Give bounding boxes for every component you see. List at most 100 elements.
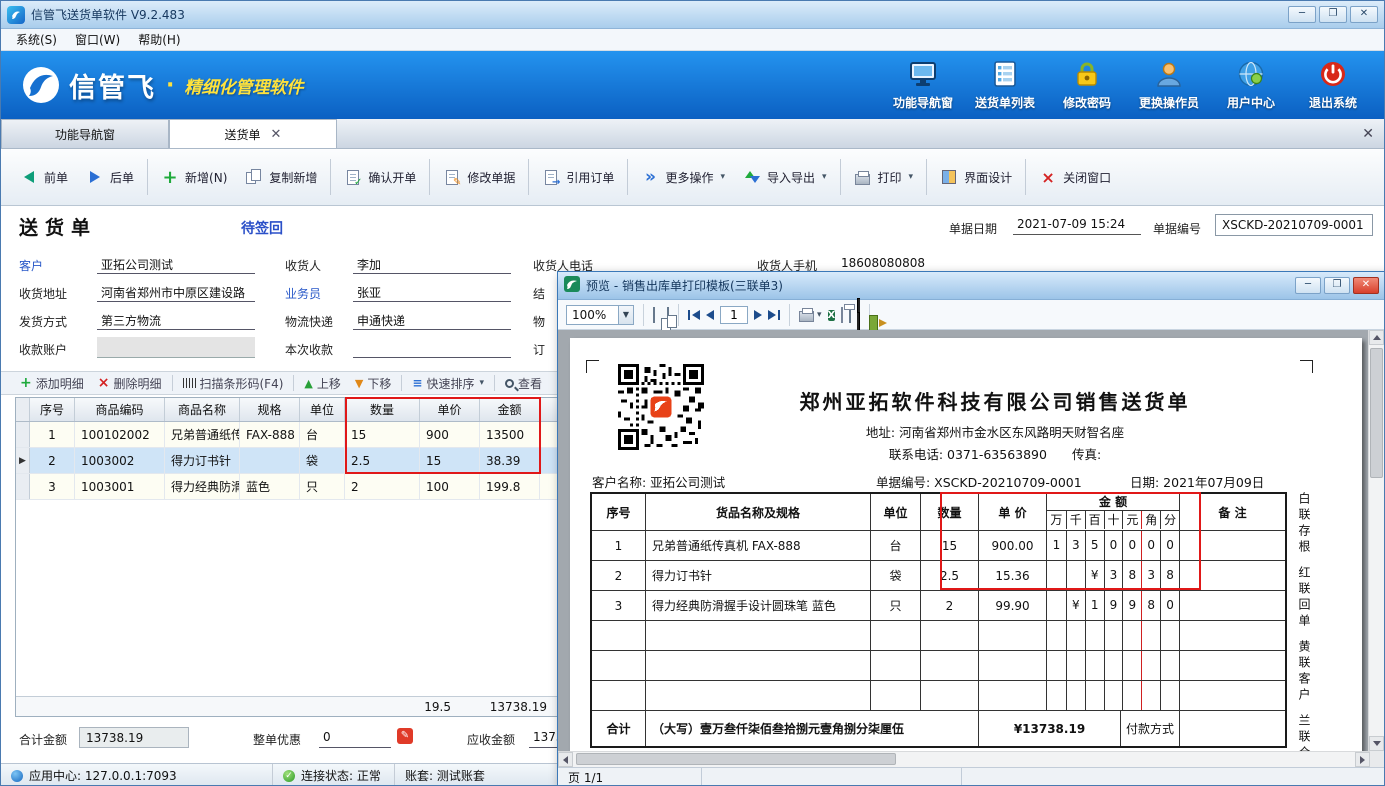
col-price[interactable]: 单价	[420, 398, 480, 421]
switch-operator-button[interactable]: 更换操作员	[1128, 60, 1210, 111]
page-single-button[interactable]	[653, 308, 655, 322]
tab-delivery-order[interactable]: 送货单 ✕	[169, 119, 337, 148]
scroll-down-icon[interactable]	[1369, 736, 1384, 751]
change-password-button[interactable]: 修改密码	[1046, 60, 1128, 111]
view-button[interactable]: 查看	[498, 375, 549, 392]
scroll-thumb[interactable]	[576, 753, 896, 765]
receiver-field[interactable]: 李加	[353, 253, 511, 274]
edit-doc-button[interactable]: ✎修改单据	[434, 159, 524, 195]
customer-field[interactable]: 亚拓公司测试	[97, 253, 255, 274]
discount-edit-icon[interactable]: ✎	[397, 728, 413, 744]
ship-method-label: 发货方式	[19, 313, 67, 330]
restore-button[interactable]: ❐	[1319, 6, 1347, 23]
design-icon	[940, 168, 958, 186]
move-down-button[interactable]: ▼下移	[348, 375, 398, 392]
copy-icon	[245, 168, 263, 186]
quick-print-button[interactable]	[841, 308, 843, 322]
preview-horizontal-scrollbar[interactable]	[558, 751, 1370, 767]
export-excel-button[interactable]: X	[828, 307, 836, 323]
total-amount-figure: ¥13738.19	[978, 711, 1120, 746]
prev-doc-button[interactable]: 前单	[11, 159, 77, 195]
scan-barcode-button[interactable]: 扫描条形码(F4)	[176, 375, 291, 392]
dropdown-caret-icon[interactable]: ▾	[909, 172, 914, 182]
minimize-button[interactable]: ─	[1288, 6, 1316, 23]
preview-vertical-scrollbar[interactable]	[1368, 330, 1385, 751]
list-icon	[991, 60, 1019, 91]
tab-close-icon[interactable]: ✕	[271, 127, 282, 142]
move-up-button[interactable]: ▲上移	[297, 375, 347, 392]
preview-maximize-button[interactable]: ❐	[1324, 277, 1350, 294]
nav-window-button[interactable]: 功能导航窗	[882, 60, 964, 111]
col-unit[interactable]: 单位	[300, 398, 345, 421]
menu-window[interactable]: 窗口(W)	[66, 29, 129, 50]
quick-sort-button[interactable]: ≡快速排序▾	[405, 375, 491, 392]
menu-system[interactable]: 系统(S)	[7, 29, 66, 50]
scroll-right-icon[interactable]	[1355, 752, 1370, 767]
new-doc-button[interactable]	[849, 308, 851, 322]
next-doc-button[interactable]: 后单	[77, 159, 143, 195]
close-window-button[interactable]: ×关闭窗口	[1030, 159, 1120, 195]
confirm-order-button[interactable]: ✓确认开单	[335, 159, 425, 195]
doc-date-value[interactable]: 2021-07-09 15:24	[1013, 214, 1141, 235]
print-menu-button[interactable]: ▾	[799, 307, 822, 322]
copy-add-button[interactable]: 复制新增	[236, 159, 326, 195]
preview-title: 预览 - 销售出库单打印模板(三联单3)	[586, 277, 783, 294]
fullscreen-button[interactable]	[857, 301, 860, 329]
payment-method-label: 付款方式	[1120, 711, 1179, 746]
print-button[interactable]: 打印▾	[845, 159, 923, 195]
col-spec[interactable]: 规格	[240, 398, 300, 421]
close-button[interactable]: ✕	[1350, 6, 1378, 23]
confirm-doc-icon: ✓	[344, 168, 362, 186]
address-field[interactable]: 河南省郑州市中原区建设路	[97, 281, 255, 302]
power-icon	[1319, 60, 1347, 91]
tabstrip-close-icon[interactable]: ✕	[1362, 126, 1374, 142]
account-field[interactable]	[97, 337, 255, 358]
tab-nav-window[interactable]: 功能导航窗	[1, 119, 169, 148]
import-export-button[interactable]: 导入导出▾	[734, 159, 836, 195]
menu-help[interactable]: 帮助(H)	[129, 29, 189, 50]
col-seq[interactable]: 序号	[30, 398, 75, 421]
dropdown-caret-icon[interactable]: ▾	[720, 172, 725, 182]
salesman-field[interactable]: 张亚	[353, 281, 511, 302]
last-page-button[interactable]	[768, 310, 780, 320]
excel-icon: X	[828, 310, 836, 321]
payment-field[interactable]	[353, 337, 511, 358]
ship-method-field[interactable]: 第三方物流	[97, 309, 255, 330]
import-export-icon	[743, 168, 761, 186]
logistics-field[interactable]: 申通快递	[353, 309, 511, 330]
page-number-input[interactable]	[720, 306, 748, 324]
printer-icon	[854, 168, 872, 186]
col-qty[interactable]: 数量	[345, 398, 420, 421]
prev-page-button[interactable]	[706, 310, 714, 320]
next-page-button[interactable]	[754, 310, 762, 320]
prev-doc-icon	[20, 168, 38, 186]
exit-system-button[interactable]: 退出系统	[1292, 60, 1374, 111]
add-button[interactable]: +新增(N)	[152, 159, 236, 195]
dropdown-caret-icon[interactable]: ▾	[822, 172, 827, 182]
user-center-button[interactable]: 用户中心	[1210, 60, 1292, 111]
discount-field[interactable]: 0	[319, 727, 391, 748]
preview-close-button[interactable]: ✕	[1353, 277, 1379, 294]
first-page-button[interactable]	[688, 310, 700, 320]
col-name[interactable]: 商品名称	[165, 398, 240, 421]
preview-minimize-button[interactable]: ─	[1295, 277, 1321, 294]
more-actions-button[interactable]: »更多操作▾	[632, 159, 734, 195]
add-row-button[interactable]: +添加明细	[13, 375, 91, 392]
ref-order-button[interactable]: →引用订单	[533, 159, 623, 195]
ui-design-button[interactable]: 界面设计	[931, 159, 1021, 195]
col-amount[interactable]: 金额	[480, 398, 540, 421]
scroll-up-icon[interactable]	[1369, 330, 1384, 345]
delivery-list-button[interactable]: 送货单列表	[964, 60, 1046, 111]
total-amount-field[interactable]: 13738.19	[79, 727, 189, 748]
delete-row-button[interactable]: ×删除明细	[91, 375, 169, 392]
lock-icon	[1073, 60, 1101, 91]
scroll-thumb[interactable]	[1370, 348, 1383, 478]
total-in-words: （大写）壹万叁仟柒佰叁拾捌元壹角捌分柒厘伍	[645, 711, 978, 746]
zoom-select[interactable]: 100%▼	[566, 305, 634, 325]
monitor-icon	[857, 298, 860, 332]
print-row-empty	[592, 680, 1285, 710]
doc-number-value[interactable]: XSCKD-20210709-0001	[1215, 214, 1373, 236]
scroll-left-icon[interactable]	[558, 752, 573, 767]
col-code[interactable]: 商品编码	[75, 398, 165, 421]
dropdown-caret-icon[interactable]: ▾	[479, 378, 484, 388]
